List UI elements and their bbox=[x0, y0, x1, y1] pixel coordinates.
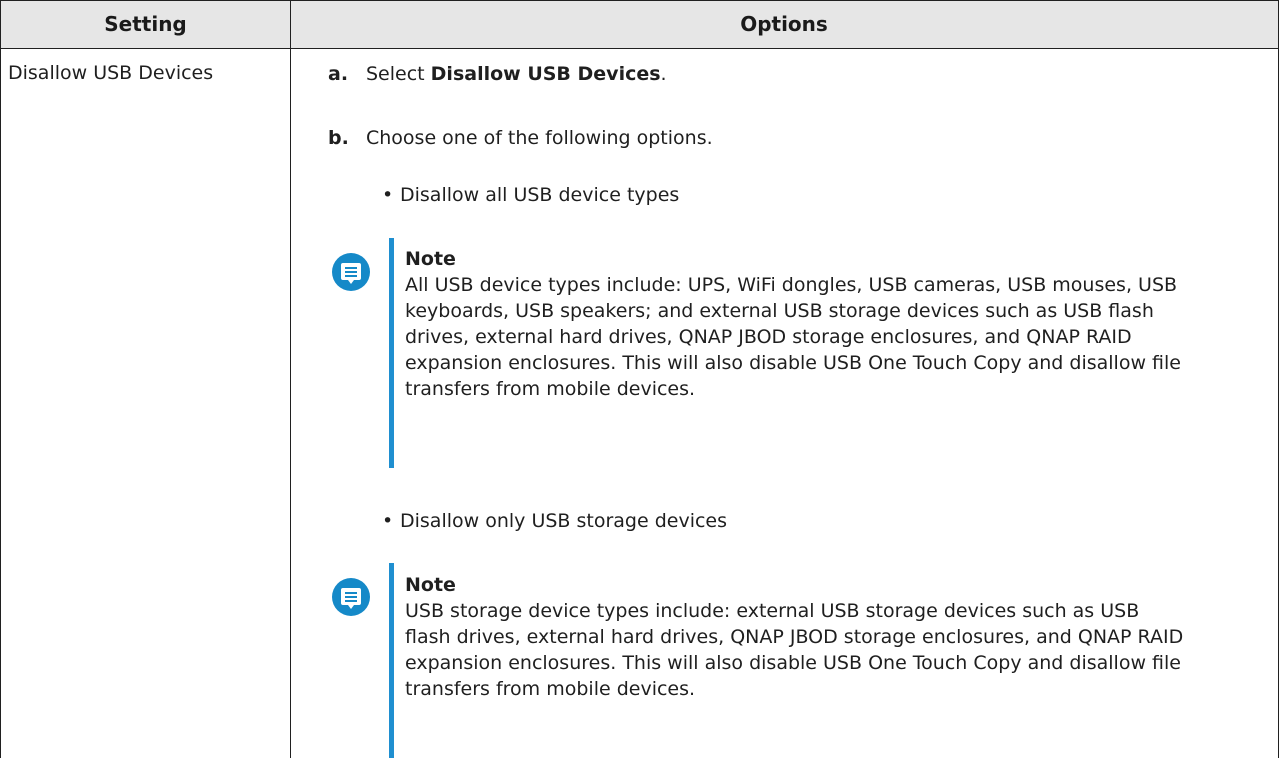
option-storage-devices-text: Disallow only USB storage devices bbox=[400, 510, 728, 532]
step-a-prefix: Select bbox=[366, 63, 431, 85]
note-2: Note USB storage device types include: e… bbox=[405, 572, 1185, 702]
header-options: Options bbox=[740, 12, 828, 36]
bullet-dot: • bbox=[382, 184, 394, 206]
column-divider bbox=[290, 0, 291, 758]
step-b-label: b. bbox=[328, 127, 349, 149]
option-all-devices: • Disallow all USB device types bbox=[382, 184, 679, 206]
note-accent-bar bbox=[389, 238, 394, 468]
setting-name: Disallow USB Devices bbox=[8, 62, 214, 84]
step-b-text: Choose one of the following options. bbox=[366, 127, 713, 149]
note-1-text: All USB device types include: UPS, WiFi … bbox=[405, 274, 1181, 400]
option-storage-devices: • Disallow only USB storage devices bbox=[382, 510, 727, 532]
note-1-title: Note bbox=[405, 248, 456, 270]
note-2-text: USB storage device types include: extern… bbox=[405, 600, 1184, 700]
settings-table: Setting Options Disallow USB Devices a. S… bbox=[0, 0, 1279, 758]
step-a-suffix: . bbox=[660, 63, 667, 85]
step-a-bold: Disallow USB Devices bbox=[430, 63, 661, 85]
table-header: Setting Options bbox=[1, 0, 1278, 49]
option-all-devices-text: Disallow all USB device types bbox=[400, 184, 680, 206]
note-accent-bar bbox=[389, 563, 394, 758]
header-setting: Setting bbox=[104, 12, 187, 36]
note-2-title: Note bbox=[405, 574, 456, 596]
note-icon bbox=[332, 253, 370, 291]
note-1: Note All USB device types include: UPS, … bbox=[405, 246, 1185, 402]
note-icon bbox=[332, 578, 370, 616]
step-a-label: a. bbox=[328, 63, 349, 85]
bullet-dot: • bbox=[382, 510, 394, 532]
step-a: a. Select Disallow USB Devices. bbox=[328, 63, 667, 85]
step-b: b. Choose one of the following options. bbox=[328, 127, 713, 149]
